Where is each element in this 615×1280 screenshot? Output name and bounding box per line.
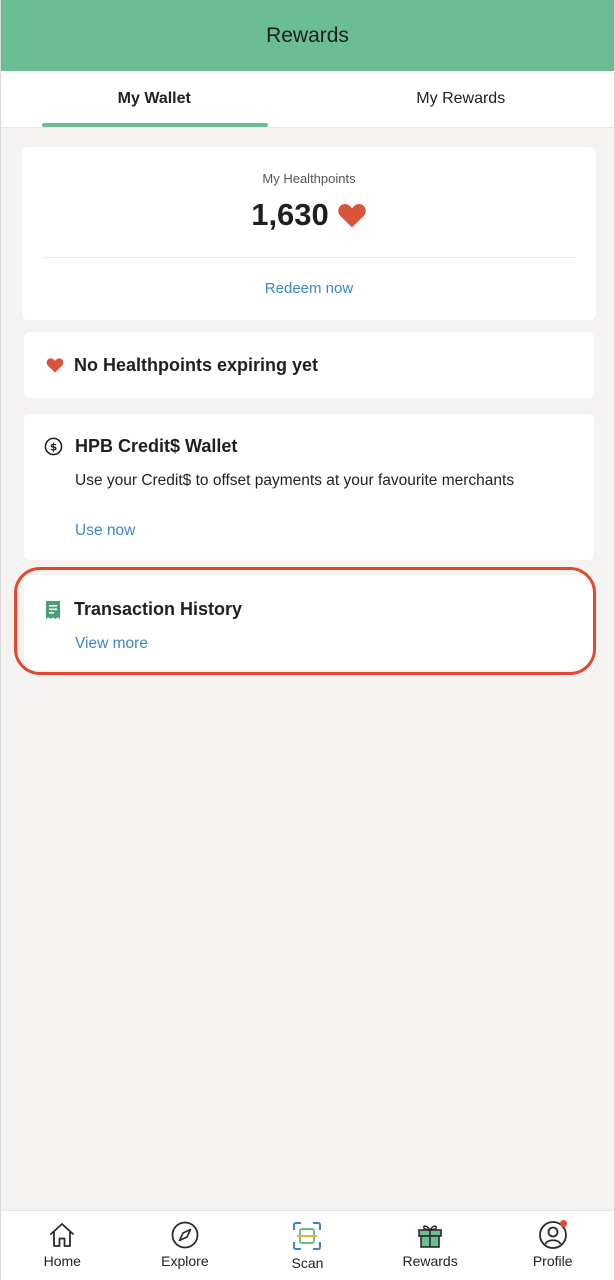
nav-scan[interactable]: Scan	[246, 1211, 369, 1280]
healthpoints-label: My Healthpoints	[262, 171, 356, 186]
nav-label: Profile	[532, 1253, 573, 1269]
wallet-title-row: $ HPB Credit$ Wallet	[44, 436, 237, 457]
scan-icon	[293, 1222, 322, 1250]
wallet-title: HPB Credit$ Wallet	[75, 436, 238, 456]
expiry-status-text: No Healthpoints expiring yet	[74, 354, 319, 375]
app-header: Rewards	[1, 0, 614, 71]
tab-label: My Wallet	[117, 90, 191, 107]
nav-label: Explore	[161, 1253, 209, 1269]
gift-icon	[418, 1225, 442, 1248]
healthpoints-card: My Healthpoints 1,630 Redeem now	[22, 147, 596, 320]
heart-icon	[338, 203, 366, 228]
nav-explore[interactable]: Explore	[124, 1211, 247, 1280]
use-now-link[interactable]: Use now	[75, 522, 135, 540]
redeem-now-link[interactable]: Redeem now	[22, 280, 596, 297]
nav-label: Home	[43, 1253, 81, 1269]
nav-profile[interactable]: Profile	[491, 1211, 614, 1280]
home-icon	[50, 1223, 75, 1247]
dollar-coin-icon: $	[44, 437, 63, 456]
healthpoints-value: 1,630	[251, 197, 329, 232]
nav-home[interactable]: Home	[1, 1211, 124, 1280]
tab-label: My Rewards	[416, 90, 506, 107]
tab-my-rewards[interactable]: My Rewards	[308, 71, 615, 127]
view-more-link[interactable]: View more	[75, 635, 148, 653]
transaction-history-title: Transaction History	[74, 599, 243, 619]
divider	[42, 257, 576, 258]
nav-label: Scan	[291, 1255, 324, 1271]
heart-icon	[46, 358, 64, 373]
receipt-icon	[46, 600, 60, 619]
wallet-description: Use your Credit$ to offset payments at y…	[75, 472, 515, 489]
tab-bar: My Wallet My Rewards	[1, 71, 614, 128]
svg-text:$: $	[50, 440, 58, 453]
credit-wallet-card: $ HPB Credit$ Wallet Use your Credit$ to…	[24, 414, 594, 560]
bottom-navigation: Home Explore Scan Rewards Profile	[1, 1210, 614, 1280]
healthpoints-value-row: 1,630	[22, 197, 596, 233]
transaction-history-card[interactable]: Transaction History View more	[24, 575, 594, 670]
expiry-card: No Healthpoints expiring yet	[24, 332, 594, 398]
active-tab-indicator	[42, 123, 268, 127]
compass-icon	[171, 1221, 199, 1249]
tab-my-wallet[interactable]: My Wallet	[1, 71, 308, 127]
nav-label: Rewards	[402, 1253, 458, 1269]
nav-rewards[interactable]: Rewards	[369, 1211, 492, 1280]
transaction-title-row: Transaction History	[44, 599, 242, 620]
page-title: Rewards	[266, 23, 349, 47]
